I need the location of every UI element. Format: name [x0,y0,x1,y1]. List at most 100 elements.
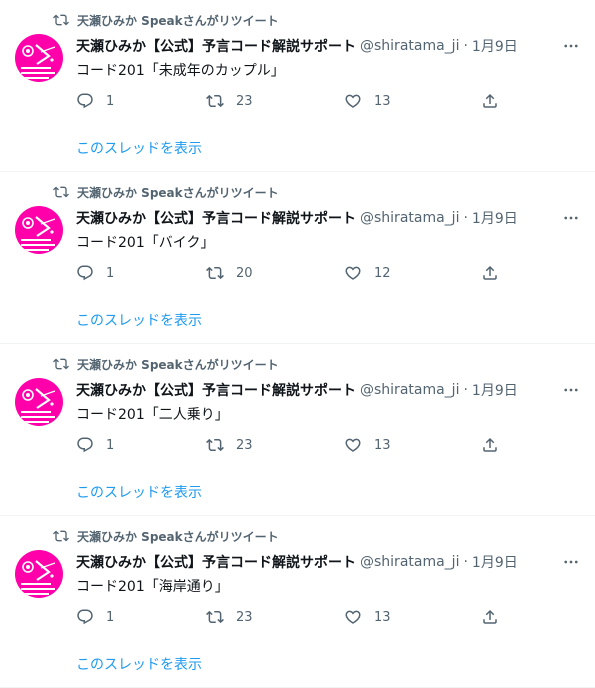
retweet-count: 23 [236,93,253,109]
avatar[interactable] [15,378,63,426]
author-name[interactable]: 天瀬ひみか【公式】予言コード解説サポート [76,36,356,56]
tweet[interactable]: 天瀬ひみか Speakさんがリツイート 天瀬ひみか【公式】予言コード解説サポート… [0,172,595,344]
separator-dot: · [463,382,468,398]
tweet-date[interactable]: 1月9日 [472,36,518,56]
retweet-count: 20 [236,265,253,281]
retweet-icon [206,94,224,108]
tweet-text: コード201「二人乗り」 [76,407,229,423]
avatar-logo-icon [15,34,63,82]
tweet[interactable]: 天瀬ひみか Speakさんがリツイート 天瀬ひみか【公式】予言コード解説サポート… [0,516,595,688]
retweet-icon [53,14,69,26]
retweeter-label[interactable]: 天瀬ひみか Speakさんがリツイート [77,356,279,373]
show-thread-link[interactable]: このスレッドを表示 [76,138,202,158]
timeline: 天瀬ひみか Speakさんがリツイート 天瀬ひみか【公式】予言コード解説サポート… [0,0,595,688]
retweet-context: 天瀬ひみか Speakさんがリツイート [53,184,279,200]
share-icon [483,609,497,624]
tweet[interactable]: 天瀬ひみか Speakさんがリツイート 天瀬ひみか【公式】予言コード解説サポート… [0,344,595,516]
retweeter-label[interactable]: 天瀬ひみか Speakさんがリツイート [77,184,279,201]
tweet-date[interactable]: 1月9日 [472,380,518,400]
separator-dot: · [463,38,468,54]
retweet-count: 23 [236,437,253,453]
like-count: 13 [374,93,391,109]
tweet-header: 天瀬ひみか【公式】予言コード解説サポート @shiratama_ji · 1月9… [76,36,555,56]
tweet-actions: 1 23 13 [76,435,506,455]
retweeter-label[interactable]: 天瀬ひみか Speakさんがリツイート [77,12,279,29]
retweet-icon [53,358,69,370]
heart-icon [345,438,361,452]
like-button[interactable]: 13 [344,607,391,627]
tweet-date[interactable]: 1月9日 [472,552,518,572]
retweeter-label[interactable]: 天瀬ひみか Speakさんがリツイート [77,528,279,545]
author-name[interactable]: 天瀬ひみか【公式】予言コード解説サポート [76,380,356,400]
more-icon [564,388,578,392]
retweet-icon [53,530,69,542]
like-button[interactable]: 13 [344,91,391,111]
separator-dot: · [463,554,468,570]
share-button[interactable] [481,607,499,627]
retweet-context: 天瀬ひみか Speakさんがリツイート [53,528,279,544]
more-button[interactable] [559,380,583,400]
retweet-context: 天瀬ひみか Speakさんがリツイート [53,356,279,372]
retweet-count: 23 [236,609,253,625]
author-handle[interactable]: @shiratama_ji [360,210,459,226]
author-handle[interactable]: @shiratama_ji [360,382,459,398]
author-handle[interactable]: @shiratama_ji [360,554,459,570]
like-button[interactable]: 12 [344,263,391,283]
retweet-button[interactable]: 23 [206,435,253,455]
avatar[interactable] [15,206,63,254]
show-thread-link[interactable]: このスレッドを表示 [76,310,202,330]
avatar-logo-icon [15,206,63,254]
reply-count: 1 [106,265,115,281]
show-thread-link[interactable]: このスレッドを表示 [76,482,202,502]
tweet-header: 天瀬ひみか【公式】予言コード解説サポート @shiratama_ji · 1月9… [76,552,555,572]
more-icon [564,560,578,564]
reply-icon [77,265,93,281]
tweet[interactable]: 天瀬ひみか Speakさんがリツイート 天瀬ひみか【公式】予言コード解説サポート… [0,0,595,172]
share-button[interactable] [481,91,499,111]
show-thread-link[interactable]: このスレッドを表示 [76,654,202,674]
like-button[interactable]: 13 [344,435,391,455]
heart-icon [345,94,361,108]
tweet-actions: 1 20 12 [76,263,506,283]
author-name[interactable]: 天瀬ひみか【公式】予言コード解説サポート [76,208,356,228]
like-count: 13 [374,437,391,453]
retweet-button[interactable]: 23 [206,91,253,111]
retweet-context: 天瀬ひみか Speakさんがリツイート [53,12,279,28]
share-icon [483,265,497,280]
heart-icon [345,266,361,280]
reply-icon [77,437,93,453]
avatar[interactable] [15,550,63,598]
tweet-actions: 1 23 13 [76,91,506,111]
tweet-text: コード201「未成年のカップル」 [76,63,285,79]
reply-button[interactable]: 1 [76,91,114,111]
share-button[interactable] [481,263,499,283]
reply-count: 1 [106,437,115,453]
more-button[interactable] [559,552,583,572]
retweet-icon [53,186,69,198]
like-count: 12 [374,265,391,281]
more-icon [564,216,578,220]
retweet-icon [206,266,224,280]
share-button[interactable] [481,435,499,455]
reply-count: 1 [106,609,115,625]
share-icon [483,93,497,108]
avatar[interactable] [15,34,63,82]
retweet-button[interactable]: 23 [206,607,253,627]
retweet-icon [206,610,224,624]
tweet-actions: 1 23 13 [76,607,506,627]
tweet-text: コード201「海岸通り」 [76,579,229,595]
reply-button[interactable]: 1 [76,435,114,455]
reply-icon [77,609,93,625]
tweet-text: コード201「バイク」 [76,235,215,251]
tweet-header: 天瀬ひみか【公式】予言コード解説サポート @shiratama_ji · 1月9… [76,380,555,400]
tweet-date[interactable]: 1月9日 [472,208,518,228]
more-icon [564,44,578,48]
reply-button[interactable]: 1 [76,263,114,283]
like-count: 13 [374,609,391,625]
retweet-button[interactable]: 20 [206,263,253,283]
reply-button[interactable]: 1 [76,607,114,627]
more-button[interactable] [559,36,583,56]
more-button[interactable] [559,208,583,228]
author-name[interactable]: 天瀬ひみか【公式】予言コード解説サポート [76,552,356,572]
author-handle[interactable]: @shiratama_ji [360,38,459,54]
